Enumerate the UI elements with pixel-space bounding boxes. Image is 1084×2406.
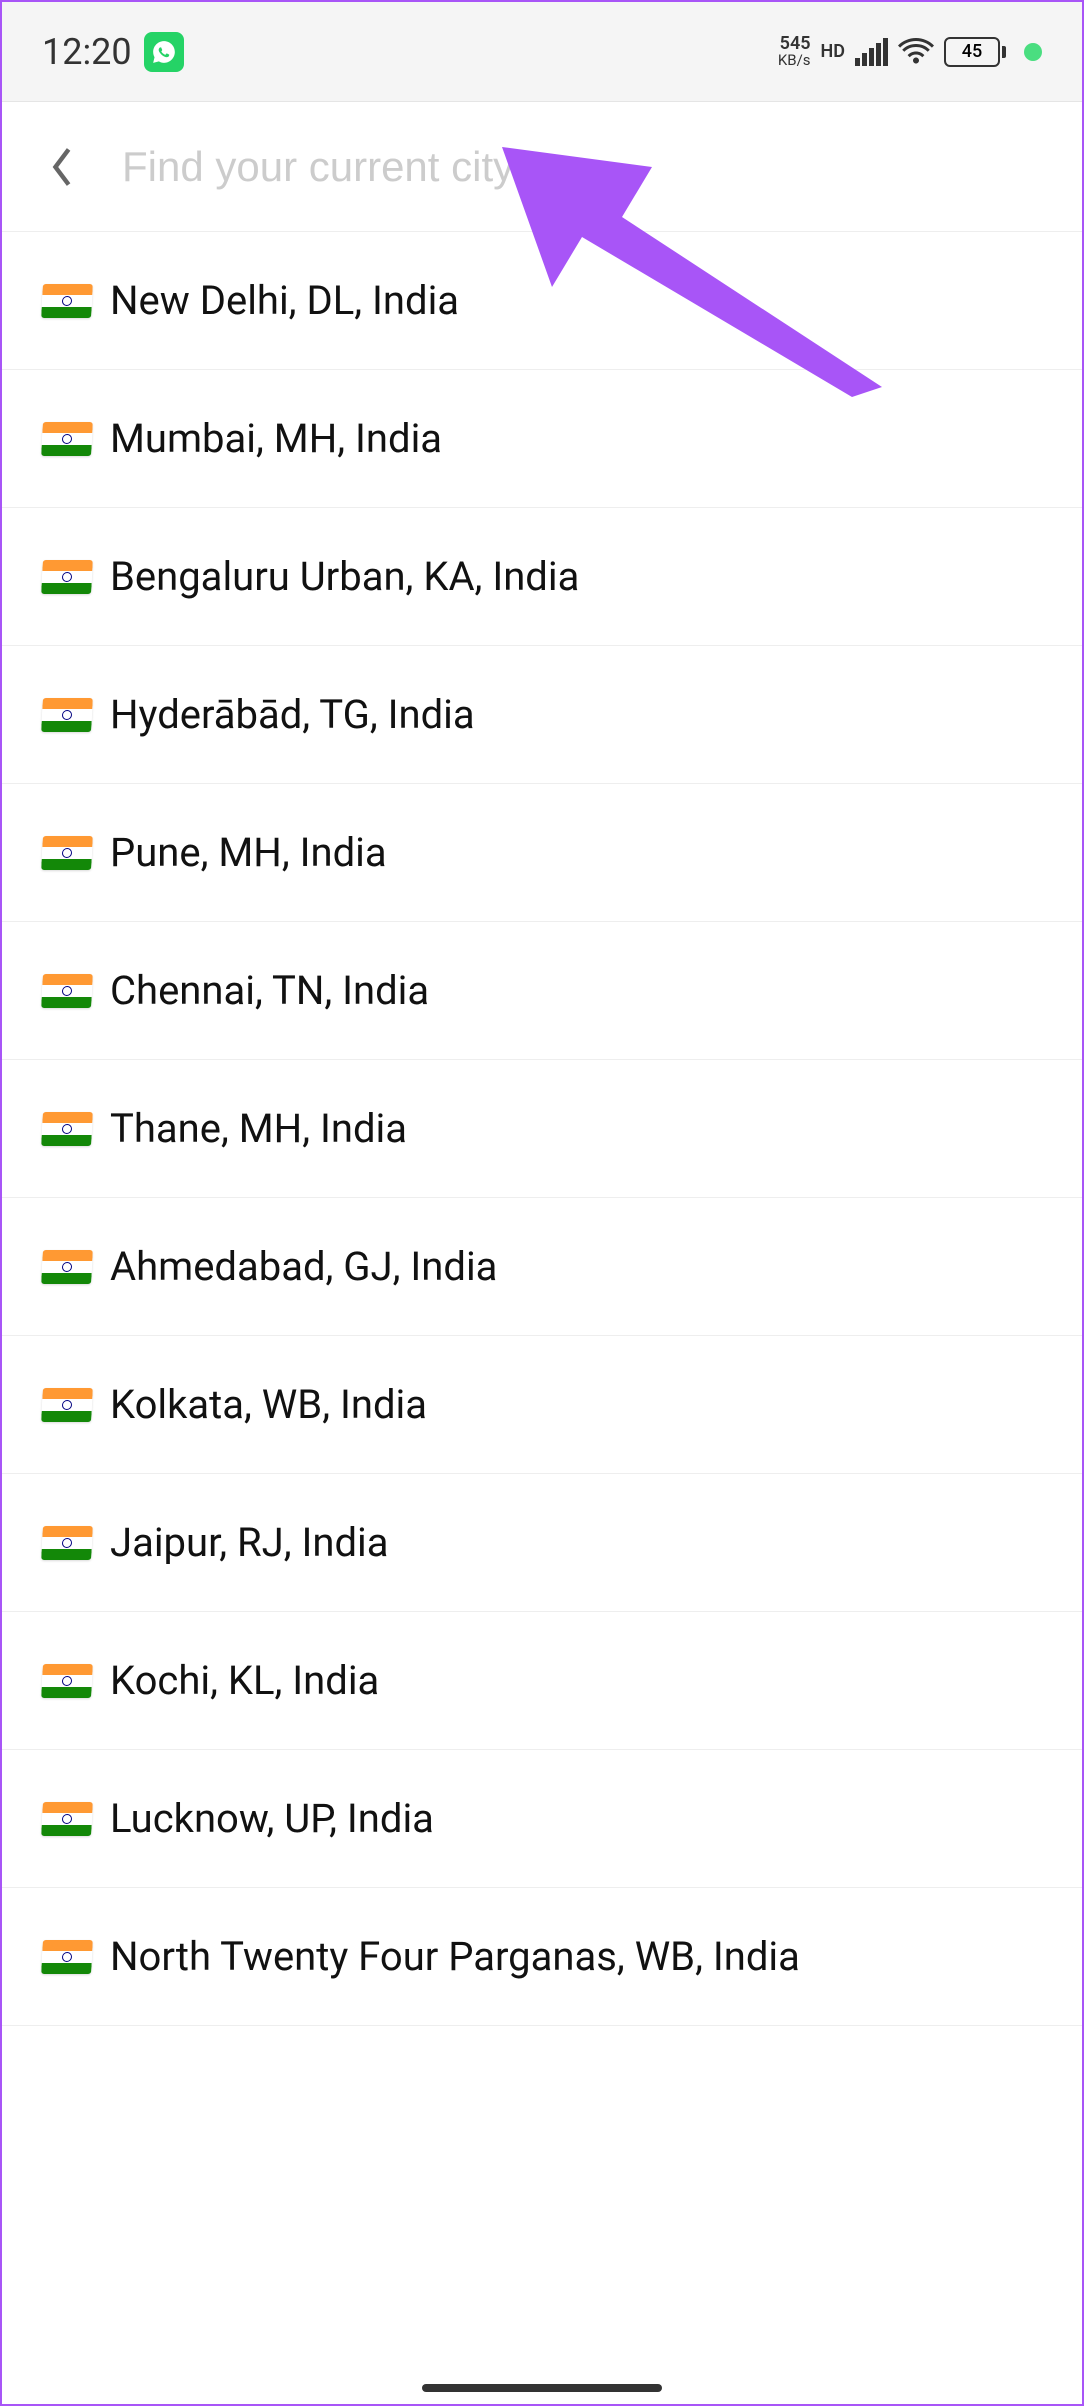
city-label: Bengaluru Urban, KA, India [110,553,579,600]
india-flag-icon [41,1802,93,1836]
city-item[interactable]: Pune, MH, India [2,784,1082,922]
city-label: Kolkata, WB, India [110,1381,427,1428]
india-flag-icon [41,1526,93,1560]
status-left: 12:20 [42,31,184,73]
city-item[interactable]: New Delhi, DL, India [2,232,1082,370]
city-item[interactable]: North Twenty Four Parganas, WB, India [2,1888,1082,2026]
india-flag-icon [41,560,93,594]
india-flag-icon [41,698,93,732]
status-time: 12:20 [42,31,132,73]
city-list: New Delhi, DL, India Mumbai, MH, India B… [2,232,1082,2026]
india-flag-icon [41,1112,93,1146]
city-label: North Twenty Four Parganas, WB, India [110,1933,800,1980]
city-label: Lucknow, UP, India [110,1795,434,1842]
city-item[interactable]: Ahmedabad, GJ, India [2,1198,1082,1336]
city-label: Ahmedabad, GJ, India [110,1243,497,1290]
city-label: Jaipur, RJ, India [110,1519,389,1566]
battery-icon: 45 [944,37,1006,67]
city-label: New Delhi, DL, India [110,277,459,324]
city-item[interactable]: Bengaluru Urban, KA, India [2,508,1082,646]
home-indicator[interactable] [422,2384,662,2392]
city-item[interactable]: Mumbai, MH, India [2,370,1082,508]
status-right: 545 KB/s HD 45 [778,35,1042,68]
privacy-indicator-dot [1024,43,1042,61]
city-item[interactable]: Chennai, TN, India [2,922,1082,1060]
city-label: Mumbai, MH, India [110,415,442,462]
city-label: Thane, MH, India [110,1105,407,1152]
whatsapp-icon [144,32,184,72]
city-item[interactable]: Lucknow, UP, India [2,1750,1082,1888]
city-search-input[interactable] [122,143,1042,191]
city-label: Hyderābād, TG, India [110,691,475,738]
india-flag-icon [41,974,93,1008]
india-flag-icon [41,422,93,456]
signal-icon [855,38,888,66]
india-flag-icon [41,836,93,870]
city-item[interactable]: Kochi, KL, India [2,1612,1082,1750]
india-flag-icon [41,1940,93,1974]
city-item[interactable]: Jaipur, RJ, India [2,1474,1082,1612]
india-flag-icon [41,284,93,318]
india-flag-icon [41,1388,93,1422]
city-item[interactable]: Thane, MH, India [2,1060,1082,1198]
india-flag-icon [41,1664,93,1698]
chevron-left-icon [48,145,76,189]
wifi-icon [898,36,934,68]
city-item[interactable]: Hyderābād, TG, India [2,646,1082,784]
net-speed-indicator: 545 KB/s [778,35,811,68]
search-header [2,102,1082,232]
city-label: Kochi, KL, India [110,1657,379,1704]
india-flag-icon [41,1250,93,1284]
city-item[interactable]: Kolkata, WB, India [2,1336,1082,1474]
city-label: Chennai, TN, India [110,967,429,1014]
status-bar: 12:20 545 KB/s HD 45 [2,2,1082,102]
back-button[interactable] [42,147,82,187]
city-label: Pune, MH, India [110,829,387,876]
hd-indicator: HD [821,41,845,62]
